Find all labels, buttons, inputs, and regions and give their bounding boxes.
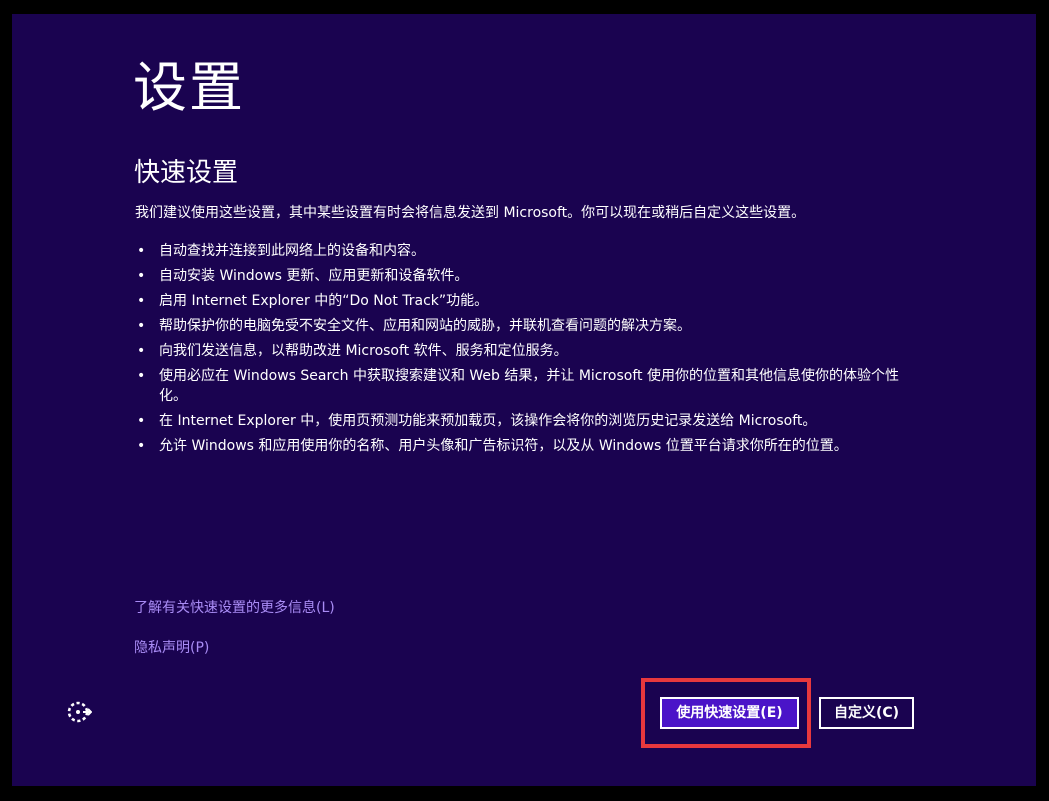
privacy-statement-link[interactable]: 隐私声明(P) [134, 638, 209, 658]
settings-list-item: 自动查找并连接到此网络上的设备和内容。 [135, 241, 915, 261]
settings-list: 自动查找并连接到此网络上的设备和内容。 自动安装 Windows 更新、应用更新… [135, 241, 915, 461]
oobe-settings-screen: 设置 快速设置 我们建议使用这些设置，其中某些设置有时会将信息发送到 Micro… [12, 14, 1036, 786]
customize-button[interactable]: 自定义(C) [819, 697, 914, 729]
settings-list-item: 允许 Windows 和应用使用你的名称、用户头像和广告标识符，以及从 Wind… [135, 436, 915, 456]
page-subtitle: 快速设置 [134, 158, 239, 188]
settings-list-item: 使用必应在 Windows Search 中获取搜索建议和 Web 结果，并让 … [135, 366, 915, 406]
settings-list-item: 在 Internet Explorer 中，使用页预测功能来预加载页，该操作会将… [135, 411, 915, 431]
page-title: 设置 [133, 56, 245, 119]
use-express-settings-button[interactable]: 使用快速设置(E) [660, 697, 799, 729]
settings-list-item: 向我们发送信息，以帮助改进 Microsoft 软件、服务和定位服务。 [135, 341, 915, 361]
intro-text: 我们建议使用这些设置，其中某些设置有时会将信息发送到 Microsoft。你可以… [135, 205, 806, 221]
settings-list-item: 帮助保护你的电脑免受不安全文件、应用和网站的威胁，并联机查看问题的解决方案。 [135, 316, 915, 336]
learn-more-link[interactable]: 了解有关快速设置的更多信息(L) [134, 598, 335, 618]
settings-list-item: 启用 Internet Explorer 中的“Do Not Track”功能。 [135, 291, 915, 311]
ease-of-access-icon[interactable] [64, 698, 93, 726]
settings-list-item: 自动安装 Windows 更新、应用更新和设备软件。 [135, 266, 915, 286]
